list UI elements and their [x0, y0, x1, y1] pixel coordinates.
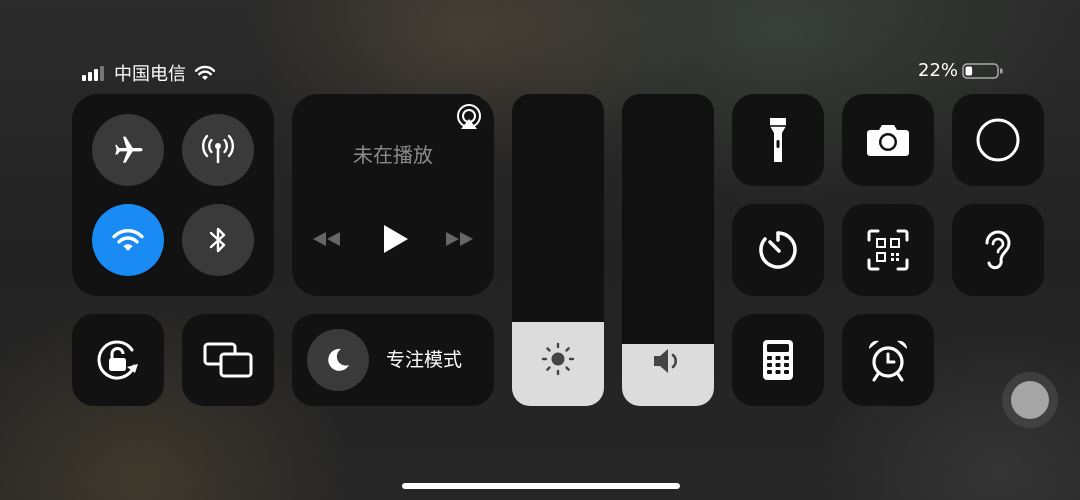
carrier-name: 中国电信 [114, 64, 186, 85]
now-playing-tile: 未在播放 [292, 94, 494, 296]
bluetooth-icon [209, 227, 226, 253]
camera-button[interactable] [842, 94, 934, 186]
rotation-lock-icon [97, 340, 138, 380]
brightness-icon [541, 342, 575, 376]
screen-record-icon [976, 118, 1020, 162]
volume-slider[interactable] [622, 94, 714, 406]
screen-record-button[interactable] [952, 94, 1044, 186]
rotation-lock-button[interactable] [72, 314, 164, 406]
status-bar-right: 22% [918, 60, 1004, 81]
bluetooth-button[interactable] [182, 204, 254, 276]
screen-mirroring-button[interactable] [182, 314, 274, 406]
status-bar-left: 中国电信 [82, 60, 216, 86]
alarm-button[interactable] [842, 314, 934, 406]
battery-icon [962, 62, 1003, 79]
wifi-toggle-button[interactable] [92, 204, 164, 276]
brightness-slider[interactable] [512, 94, 604, 406]
airplane-icon [115, 136, 143, 163]
moon-icon [328, 348, 349, 371]
screen-mirroring-icon [203, 342, 253, 378]
rewind-icon[interactable] [312, 231, 342, 247]
assistive-touch-inner [1011, 381, 1049, 419]
qr-scanner-icon [867, 229, 909, 271]
cellular-data-button[interactable] [182, 114, 254, 186]
flashlight-icon [770, 118, 786, 162]
cellular-signal-icon [82, 66, 104, 81]
timer-button[interactable] [732, 204, 824, 296]
play-icon[interactable] [382, 224, 410, 254]
qr-scanner-button[interactable] [842, 204, 934, 296]
now-playing-title: 未在播放 [353, 143, 433, 167]
camera-icon [867, 125, 909, 156]
fast-forward-icon[interactable] [444, 231, 474, 247]
focus-icon-circle [307, 329, 369, 391]
wifi-status-icon [194, 65, 216, 80]
timer-icon [759, 231, 797, 269]
battery-percent: 22% [918, 60, 959, 81]
antenna-icon [202, 134, 234, 164]
airplay-icon[interactable] [456, 104, 482, 130]
alarm-icon [868, 340, 908, 382]
assistive-touch-button[interactable] [1002, 372, 1058, 428]
connectivity-tile [72, 94, 274, 296]
hearing-button[interactable] [952, 204, 1044, 296]
hearing-icon [985, 230, 1011, 270]
wifi-icon [112, 229, 144, 251]
flashlight-button[interactable] [732, 94, 824, 186]
calculator-button[interactable] [732, 314, 824, 406]
focus-mode-button[interactable]: 专注模式 [292, 314, 494, 406]
focus-mode-label: 专注模式 [386, 349, 463, 371]
speaker-icon [654, 349, 677, 373]
airplane-mode-button[interactable] [92, 114, 164, 186]
calculator-icon [763, 340, 793, 380]
home-indicator[interactable] [402, 483, 680, 489]
